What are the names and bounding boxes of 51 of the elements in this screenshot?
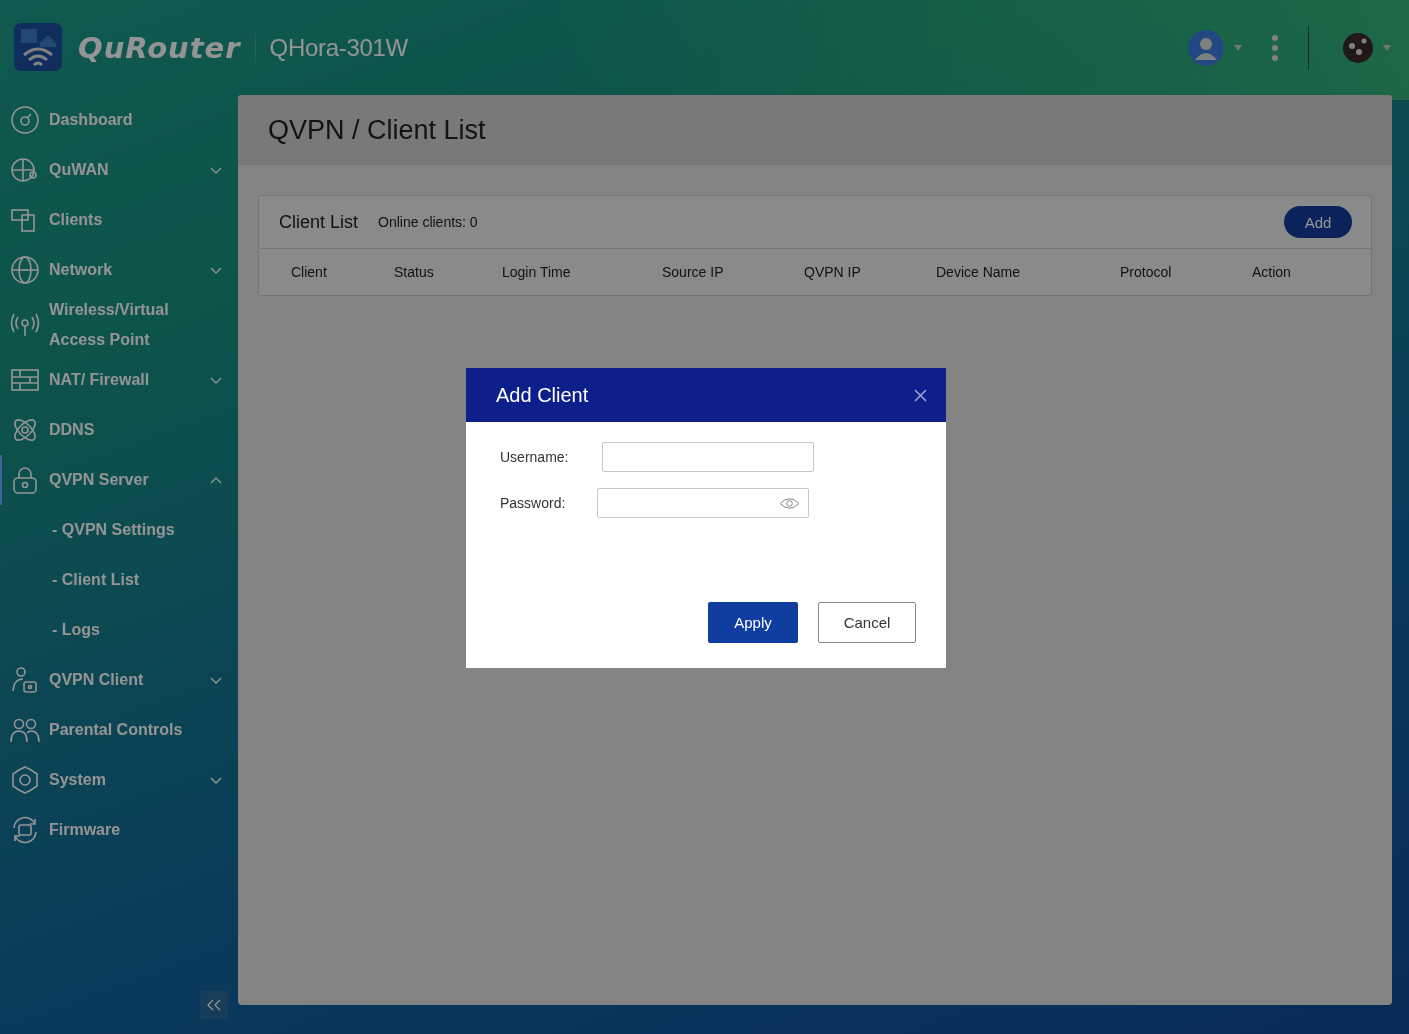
submenu-item[interactable]: - Client List [0, 555, 140, 605]
column-header: Device Name [936, 264, 1021, 280]
device-name: QHora-301W [269, 33, 408, 62]
close-icon[interactable] [914, 388, 927, 402]
sidebar-item[interactable]: Parental Controls [0, 705, 238, 755]
dialog-title: Add Client [496, 383, 589, 407]
show-password-eye-icon[interactable] [779, 496, 800, 510]
menu-item-icon [10, 665, 40, 695]
column-header: Protocol [1120, 264, 1172, 280]
apply-button[interactable]: Apply [708, 602, 798, 643]
sidebar-item[interactable]: QuWAN [0, 145, 238, 195]
cancel-button[interactable]: Cancel [818, 602, 916, 643]
more-menu-icon[interactable] [1272, 34, 1278, 61]
caret-icon[interactable] [1234, 44, 1242, 51]
page-title: QVPN / Client List [268, 114, 486, 146]
menu-item-icon [10, 815, 40, 845]
sidebar-item[interactable]: System [0, 755, 238, 805]
submenu-item[interactable]: - QVPN Settings [0, 505, 175, 555]
user-avatar-icon[interactable] [1188, 29, 1224, 66]
sidebar-item[interactable]: Wireless/Virtual Access Point [0, 295, 238, 355]
add-button[interactable]: Add [1284, 206, 1352, 238]
menu-item-icon [10, 465, 40, 495]
menu-item-icon [10, 255, 40, 285]
field-label: Password: [500, 495, 567, 511]
menu-item-icon [10, 765, 40, 795]
sidebar-item[interactable]: Network [0, 245, 238, 295]
password-field[interactable] [597, 488, 809, 518]
menu-item-icon [10, 155, 40, 185]
online-clients-count: Online clients: 0 [378, 214, 478, 230]
column-header: Status [394, 264, 434, 280]
column-header: Login Time [502, 264, 571, 280]
username-field[interactable] [602, 442, 814, 472]
menu-item-icon [10, 105, 40, 135]
caret-icon[interactable] [1383, 44, 1391, 51]
column-header: Source IP [662, 264, 724, 280]
sidebar-item[interactable]: Clients [0, 195, 238, 245]
brand-logo-text: QuRouter [78, 30, 241, 65]
submenu-item[interactable]: - Logs [0, 605, 100, 655]
app-logo-icon [14, 22, 62, 71]
sidebar-item[interactable]: DDNS [0, 405, 238, 455]
sidebar-item[interactable]: Firmware [0, 805, 238, 855]
sidebar-item[interactable]: Dashboard [0, 95, 238, 145]
column-header: Action [1252, 264, 1291, 280]
column-header: QVPN IP [804, 264, 861, 280]
column-header: Client [291, 264, 327, 280]
field-label: Username: [500, 449, 570, 465]
collapse-sidebar-icon[interactable] [200, 991, 228, 1019]
location-pins-icon[interactable] [1343, 32, 1373, 63]
sidebar-item[interactable]: QVPN Client [0, 655, 238, 705]
card-title: Client List [279, 211, 359, 233]
sidebar-item[interactable]: NAT/ Firewall [0, 355, 238, 405]
